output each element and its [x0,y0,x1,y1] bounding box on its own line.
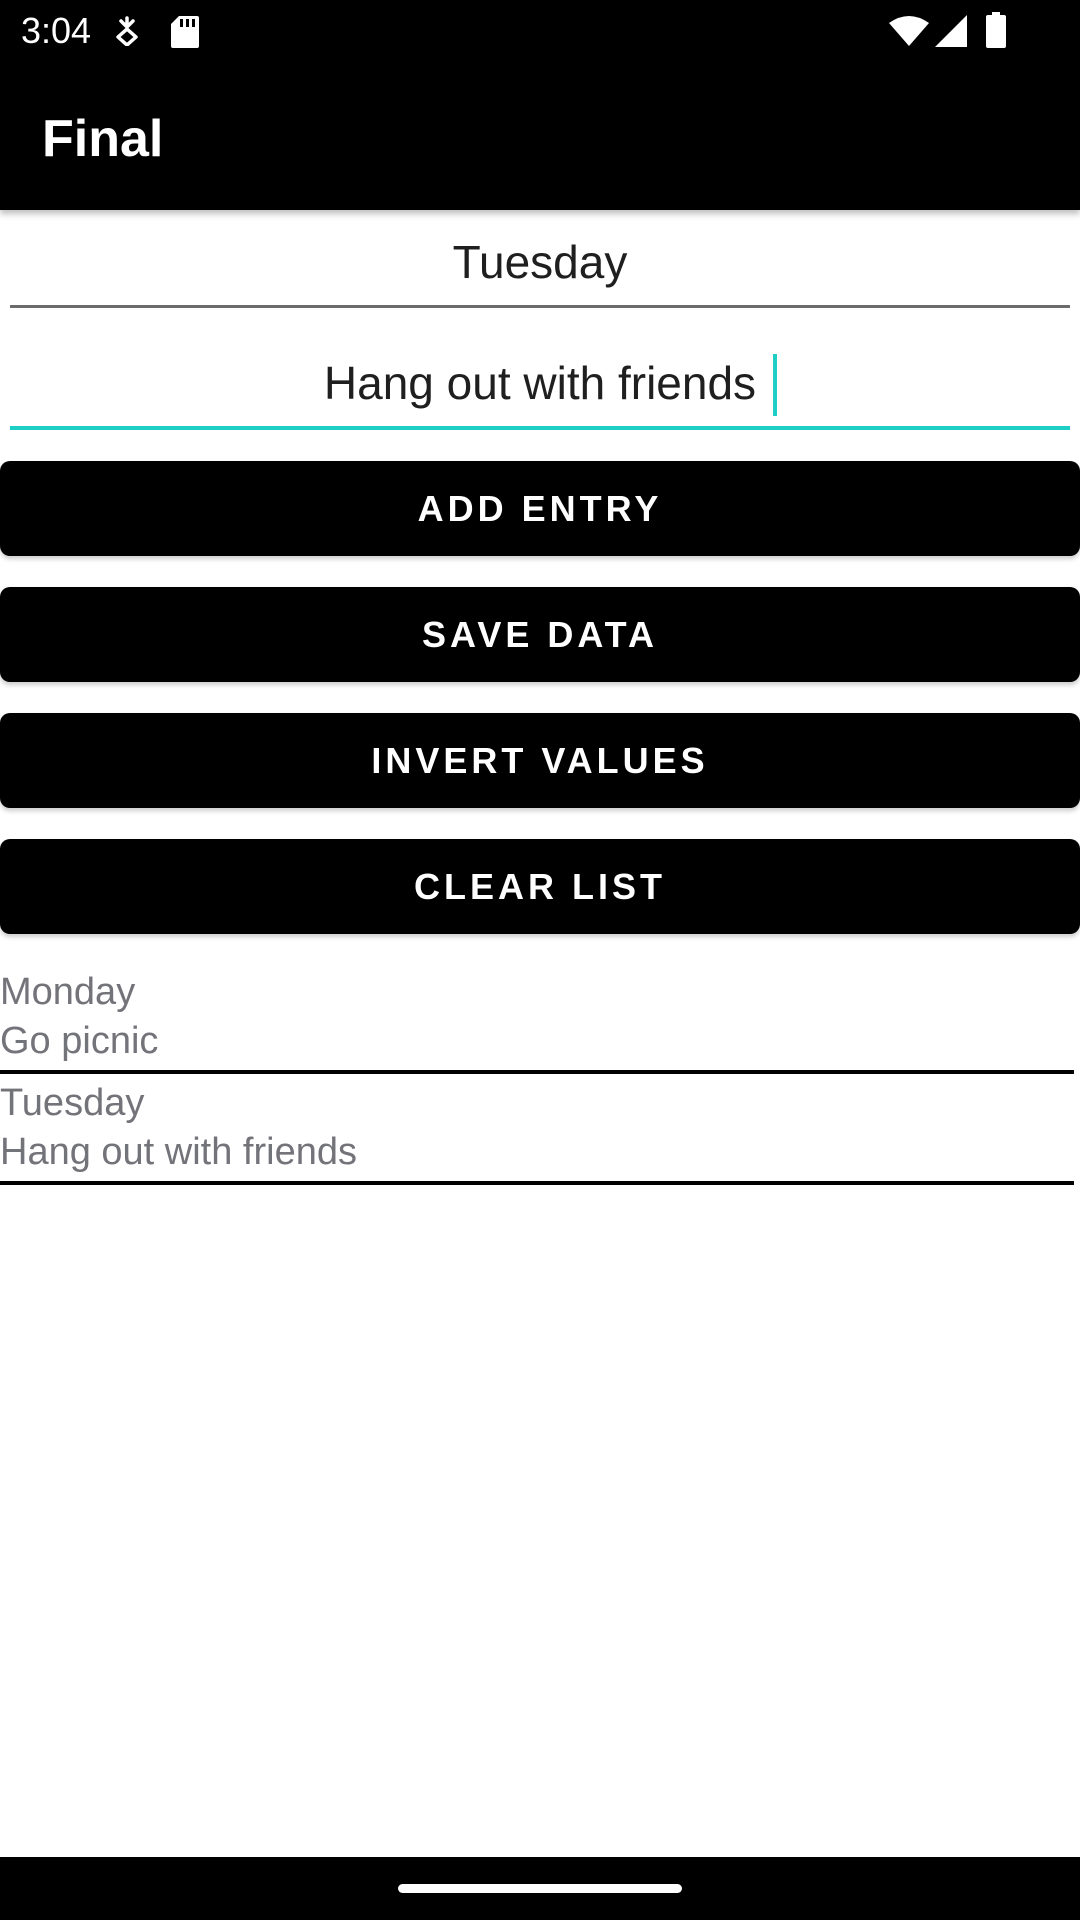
sd-card-icon [171,16,199,48]
entry-activity: Hang out with friends [0,1131,357,1173]
activity-input[interactable] [10,340,1070,426]
entry-day: Tuesday [0,1082,145,1124]
battery-icon [986,12,1006,48]
wifi-icon [889,16,929,46]
signal-icon [935,15,967,47]
home-handle[interactable] [398,1884,682,1893]
text-cursor [773,354,777,416]
entry-day: Monday [0,971,136,1013]
save-data-button[interactable]: SAVE DATA [0,587,1080,682]
clear-list-button[interactable]: CLEAR LIST [0,839,1080,934]
invert-values-button[interactable]: INVERT VALUES [0,713,1080,808]
app-title: Final [42,110,164,168]
screen: 3:04 Final ADD ENTRY [0,0,1080,1920]
navigation-bar [0,1857,1080,1920]
status-bar: 3:04 [0,0,1080,63]
list-item[interactable]: Monday Go picnic [0,966,1074,1074]
day-field[interactable] [10,218,1070,308]
add-entry-button[interactable]: ADD ENTRY [0,461,1080,556]
app-bar: Final [0,63,1080,210]
entry-activity: Go picnic [0,1020,159,1062]
activity-field[interactable] [10,340,1070,430]
download-status-icon [116,16,138,46]
list-item[interactable]: Tuesday Hang out with friends [0,1074,1074,1185]
entry-list[interactable]: Monday Go picnic Tuesday Hang out with f… [0,966,1074,1185]
day-input[interactable] [10,218,1070,305]
status-time: 3:04 [21,10,92,51]
